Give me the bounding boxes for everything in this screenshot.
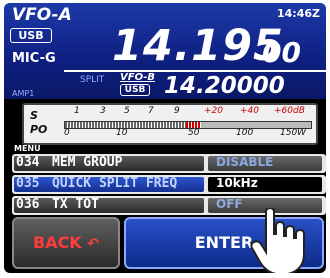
mic-gain-label: MIC-G xyxy=(12,51,56,66)
s-tick: 1 xyxy=(74,106,80,116)
back-button-label: BACK xyxy=(32,233,82,252)
radio-display: VFO-A USB MIC-G 14:46Z 14.195 00 SPLIT A… xyxy=(4,3,326,273)
frequency-header: VFO-A USB MIC-G 14:46Z 14.195 00 SPLIT A… xyxy=(4,3,326,99)
s-po-meter: S PO 1 3 5 7 9 +20 +40 +60dB 0 10 50 100… xyxy=(22,103,318,145)
enter-button-label: ENTER xyxy=(194,233,254,252)
s-over-tick: +40 xyxy=(240,106,259,116)
menu-row-name: TX TOT xyxy=(52,197,99,212)
s-over-tick: +60dB xyxy=(274,106,305,116)
s-tick: 3 xyxy=(100,106,106,116)
s-tick: 7 xyxy=(148,106,154,116)
po-meter-label: PO xyxy=(30,123,48,136)
po-tick: 0 xyxy=(64,128,70,138)
clock: 14:46Z xyxy=(277,7,320,20)
back-button[interactable]: BACK ↶ xyxy=(12,217,120,269)
s-meter-label: S xyxy=(30,109,38,122)
menu-row-mem-group[interactable]: 034 MEM GROUP DISABLE xyxy=(12,154,326,173)
menu-row-name: QUICK SPLIT FREQ xyxy=(52,176,178,191)
vfo-b-label: VFO-B xyxy=(120,72,156,83)
main-frequency: 14.195 xyxy=(112,21,284,71)
menu-row-value: OFF xyxy=(216,197,243,211)
menu-row-number: 035 xyxy=(16,176,40,191)
s-tick: 5 xyxy=(124,106,130,116)
frequency-underline xyxy=(64,70,326,72)
back-arrow-icon: ↶ xyxy=(87,236,100,252)
s-tick: 9 xyxy=(174,106,180,116)
menu-row-name: MEM GROUP xyxy=(52,155,123,170)
po-tick: 100 xyxy=(236,128,254,138)
vfo-b-frequency: 14.20000 xyxy=(164,73,285,99)
s-over-tick: +20 xyxy=(204,106,223,116)
po-tick: 10 xyxy=(116,128,128,138)
vfo-a-mode-badge: USB xyxy=(10,28,52,43)
menu-row-value: 10kHz xyxy=(216,176,258,190)
menu-row-number: 034 xyxy=(16,155,40,170)
menu-label: MENU xyxy=(14,144,41,153)
menu-row-value: DISABLE xyxy=(216,155,274,169)
vfo-a-label: VFO-A xyxy=(12,5,72,25)
po-tick: 50 xyxy=(188,128,200,138)
vfo-b-mode-badge: USB xyxy=(120,84,150,96)
po-tick: 150W xyxy=(280,128,307,138)
menu-row-left xyxy=(14,198,204,213)
pointing-hand-icon xyxy=(250,208,305,273)
split-label: SPLIT xyxy=(80,75,105,85)
menu-row-quick-split-freq[interactable]: 035 QUICK SPLIT FREQ 10kHz xyxy=(12,175,326,194)
menu-row-number: 036 xyxy=(16,197,40,212)
amp-label: AMP1 xyxy=(12,89,35,98)
main-frequency-minor: 00 xyxy=(262,36,301,69)
